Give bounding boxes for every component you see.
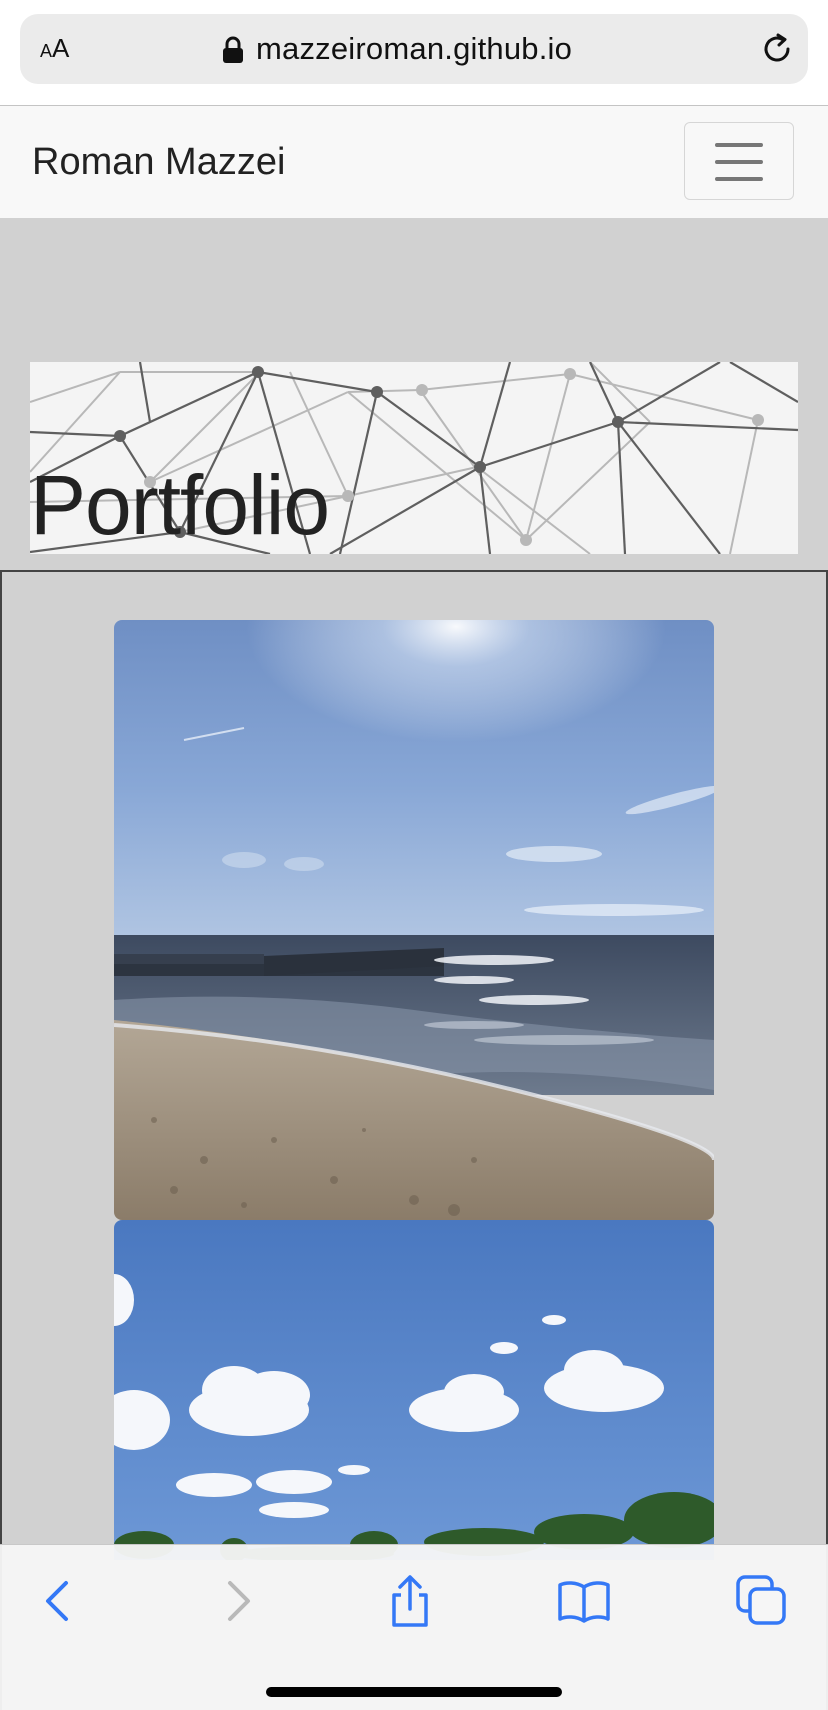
browser-top-bar: AA mazzeiroman.github.io bbox=[0, 0, 828, 106]
chevron-left-icon[interactable] bbox=[32, 1573, 88, 1629]
reader-settings-button[interactable]: AA bbox=[40, 30, 69, 69]
navbar-brand[interactable]: Roman Mazzei bbox=[32, 138, 285, 186]
reload-icon[interactable] bbox=[758, 30, 796, 68]
lock-icon bbox=[223, 36, 243, 63]
hero-banner: Portfolio bbox=[30, 362, 798, 554]
screen: AA mazzeiroman.github.io Roman Mazzei Po… bbox=[0, 0, 828, 1710]
navbar-toggler-button[interactable] bbox=[684, 122, 794, 200]
hamburger-icon-bar bbox=[715, 160, 763, 164]
browser-bottom-toolbar bbox=[0, 1544, 828, 1710]
beach-photo[interactable] bbox=[114, 620, 714, 1220]
address-bar[interactable]: AA mazzeiroman.github.io bbox=[20, 14, 808, 84]
home-indicator bbox=[266, 1687, 562, 1697]
book-icon[interactable] bbox=[556, 1573, 612, 1629]
tabs-icon[interactable] bbox=[734, 1573, 790, 1629]
site-navbar: Roman Mazzei bbox=[0, 106, 828, 218]
url-text[interactable]: mazzeiroman.github.io bbox=[256, 28, 572, 70]
chevron-right-icon[interactable] bbox=[208, 1573, 264, 1629]
sky-clouds-photo[interactable] bbox=[114, 1220, 714, 1560]
hamburger-icon-bar bbox=[715, 177, 763, 181]
hamburger-icon bbox=[715, 143, 763, 147]
page-title: Portfolio bbox=[30, 458, 330, 552]
share-icon[interactable] bbox=[382, 1573, 438, 1629]
